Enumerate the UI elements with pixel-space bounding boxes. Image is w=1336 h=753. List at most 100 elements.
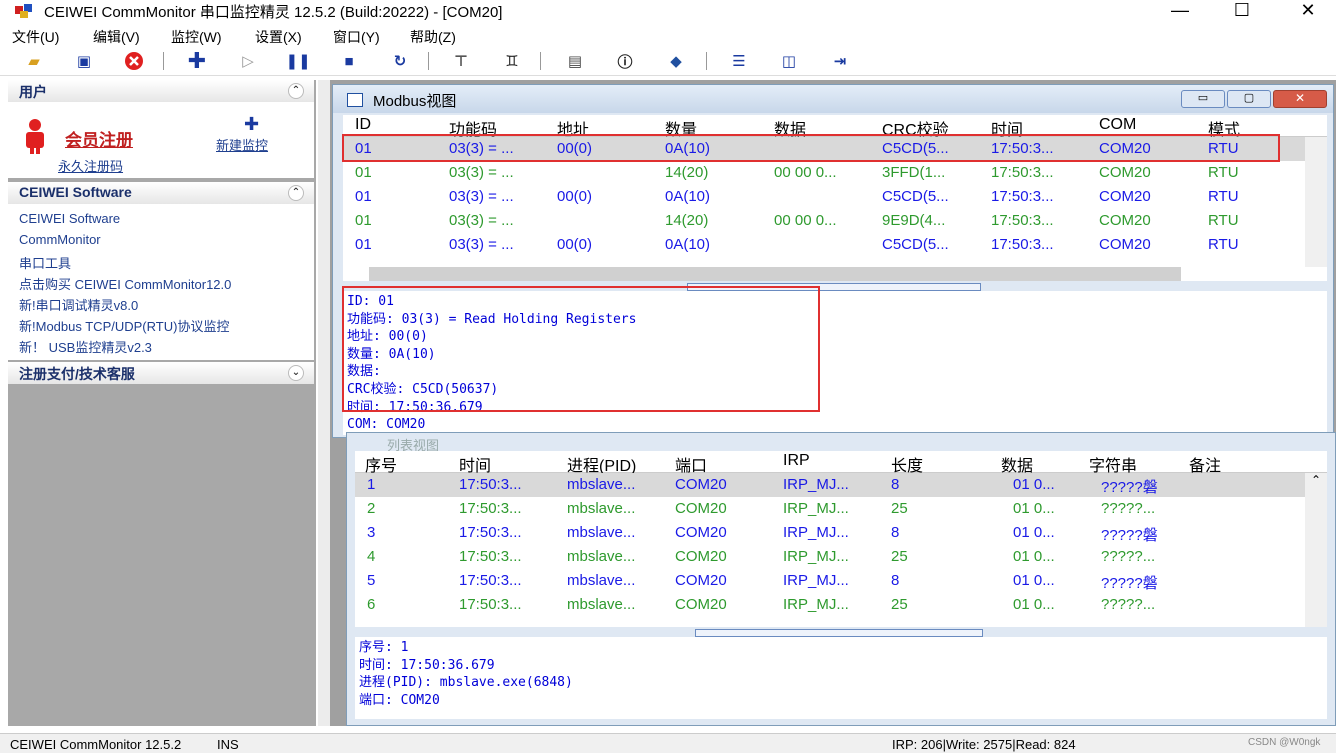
table-cell: 03(3) = ...	[449, 236, 514, 253]
col-irp[interactable]: IRP	[783, 452, 810, 470]
serial-tool-link[interactable]: 串口工具	[19, 253, 71, 272]
list-vscroll[interactable]: ⌃	[1305, 473, 1327, 627]
detail-line: 进程(PID): mbslave.exe(6848)	[359, 675, 573, 691]
table-row[interactable]: 01 03(3) = ... 00(0) 0A(10) C5CD(5... 17:50:3…	[343, 233, 1327, 257]
status-app: CEIWEI CommMonitor 12.5.2	[10, 737, 182, 752]
open-folder-icon[interactable]: ▰	[22, 50, 46, 72]
table-row[interactable]: 01 03(3) = ... 00(0) 0A(10) C5CD(5... 17:50:3…	[343, 185, 1327, 209]
table-cell: 17:50:3...	[459, 524, 522, 541]
collapse-icon[interactable]: ⌃	[288, 83, 304, 99]
serial-debug-link[interactable]: 新!串口调试精灵v8.0	[19, 295, 138, 314]
split-vertical-icon[interactable]: ◫	[777, 50, 801, 72]
split-horizontal-icon[interactable]: ☰	[727, 50, 751, 72]
mdi-close-button[interactable]: ✕	[1273, 90, 1327, 108]
book-icon[interactable]: ◆	[664, 50, 688, 72]
table-cell: 0A(10)	[665, 236, 711, 253]
modbus-hscroll[interactable]	[369, 267, 1181, 281]
pause-icon[interactable]: ❚❚	[285, 50, 310, 72]
table-row[interactable]: 2 17:50:3... mbslave... COM20 IRP_MJ... 25 01 …	[355, 497, 1327, 521]
user-icon	[26, 119, 44, 154]
table-row[interactable]: 4 17:50:3... mbslave... COM20 IRP_MJ... 25 01 …	[355, 545, 1327, 569]
modbus-vscroll[interactable]	[1305, 137, 1327, 267]
expand-icon[interactable]: ⌄	[288, 365, 304, 381]
menu-bar: 文件(U) 编辑(V) 监控(W) 设置(X) 窗口(Y) 帮助(Z)	[0, 24, 1336, 46]
table-cell: 01 0...	[1013, 596, 1055, 613]
table-cell: COM20	[675, 548, 727, 565]
buy-link[interactable]: 点击购买 CEIWEI CommMonitor12.0	[19, 274, 231, 293]
info-icon[interactable]: ⓘ	[613, 50, 637, 72]
table-cell: 3FFD(1...	[882, 164, 946, 181]
table-cell: COM20	[1099, 188, 1151, 205]
new-monitor-icon[interactable]: ✚	[244, 114, 259, 135]
table-cell: 01 0...	[1013, 572, 1055, 589]
find-binoculars-icon[interactable]: ♊	[500, 50, 524, 72]
table-cell: COM20	[675, 476, 727, 493]
table-cell: COM20	[1099, 236, 1151, 253]
new-monitor-link[interactable]: 新建监控	[216, 135, 268, 154]
table-cell: 03(3) = ...	[449, 212, 514, 229]
support-panel: 注册支付/技术客服 ⌄	[8, 362, 314, 384]
menu-monitor[interactable]: 监控(W)	[171, 27, 222, 47]
detail-highlight-box	[342, 286, 820, 412]
table-row[interactable]: 01 03(3) = ... 14(20) 00 00 0... 9E9D(4... 17…	[343, 209, 1327, 233]
support-panel-title: 注册支付/技术客服	[19, 366, 135, 382]
close-button[interactable]: ✕	[1285, 0, 1331, 22]
table-cell: mbslave...	[567, 596, 636, 613]
table-cell: 17:50:3...	[991, 188, 1054, 205]
add-icon[interactable]: ✚	[185, 48, 209, 73]
software-link[interactable]: CEIWEI Software	[19, 211, 120, 226]
mdi-minimize-button[interactable]: ▭	[1181, 90, 1225, 108]
menu-file[interactable]: 文件(U)	[12, 27, 59, 47]
usb-monitor-link[interactable]: 新！ USB监控精灵v2.3	[19, 337, 152, 356]
user-panel-header[interactable]: 用户 ⌃	[8, 80, 314, 102]
table-row[interactable]: 3 17:50:3... mbslave... COM20 IRP_MJ... 8 01 0…	[355, 521, 1327, 545]
table-cell: ?????...	[1101, 500, 1156, 517]
play-icon[interactable]: ▷	[236, 50, 260, 72]
table-cell: ?????...	[1101, 548, 1156, 565]
filter-icon[interactable]: ⊤	[449, 50, 473, 72]
col-com[interactable]: COM	[1099, 116, 1136, 134]
refresh-icon[interactable]: ↻	[388, 50, 412, 72]
software-panel-header[interactable]: CEIWEI Software ⌃	[8, 182, 314, 204]
table-row[interactable]: 5 17:50:3... mbslave... COM20 IRP_MJ... 8 01 0…	[355, 569, 1327, 593]
table-cell: COM20	[1099, 212, 1151, 229]
table-cell: C5CD(5...	[882, 188, 949, 205]
list-detail-pane: 序号: 1 时间: 17:50:36.679 进程(PID): mbslave.…	[355, 637, 1327, 719]
table-cell: 03(3) = ...	[449, 188, 514, 205]
status-mode: INS	[217, 737, 239, 752]
menu-help[interactable]: 帮助(Z)	[410, 27, 456, 47]
register-link[interactable]: 会员注册	[65, 126, 133, 151]
table-row[interactable]: 6 17:50:3... mbslave... COM20 IRP_MJ... 25 01 …	[355, 593, 1327, 617]
menu-window[interactable]: 窗口(Y)	[333, 27, 380, 47]
commmonitor-link[interactable]: CommMonitor	[19, 232, 101, 247]
table-cell: COM20	[675, 596, 727, 613]
mdi-restore-button[interactable]: ▢	[1227, 90, 1271, 108]
modbus-tcp-link[interactable]: 新!Modbus TCP/UDP(RTU)协议监控	[19, 316, 229, 335]
window-title: CEIWEI CommMonitor 串口监控精灵 12.5.2 (Build:…	[44, 4, 503, 21]
save-icon[interactable]: ▣	[72, 50, 96, 72]
table-cell: 0A(10)	[665, 188, 711, 205]
stop-red-icon[interactable]	[122, 50, 146, 72]
menu-edit[interactable]: 编辑(V)	[93, 27, 140, 47]
list-view-window: 列表视图 序号 时间 进程(PID) 端口 IRP 长度 数据 字符串 备注 1…	[346, 432, 1336, 726]
table-cell: IRP_MJ...	[783, 572, 849, 589]
permanent-code-link[interactable]: 永久注册码	[58, 156, 123, 175]
minimize-button[interactable]: —	[1157, 0, 1203, 22]
exit-icon[interactable]: ⇥	[828, 50, 852, 72]
user-panel: 用户 ⌃ 会员注册 永久注册码 ✚ 新建监控	[8, 80, 314, 178]
col-id[interactable]: ID	[355, 116, 371, 134]
sidebar-splitter[interactable]	[318, 80, 330, 726]
table-cell: 3	[367, 524, 376, 541]
support-panel-header[interactable]: 注册支付/技术客服 ⌄	[8, 362, 314, 384]
table-cell: 01 0...	[1013, 548, 1055, 565]
maximize-button[interactable]: ☐	[1219, 0, 1265, 22]
table-row[interactable]: 1 17:50:3... mbslave... COM20 IRP_MJ... 8 01 0…	[355, 473, 1327, 497]
save-disk-icon[interactable]: ▤	[563, 50, 587, 72]
table-cell: 17:50:3...	[459, 596, 522, 613]
stop-icon[interactable]: ■	[337, 50, 361, 72]
table-cell: mbslave...	[567, 524, 636, 541]
list-splitter-handle[interactable]	[695, 629, 983, 637]
menu-settings[interactable]: 设置(X)	[255, 27, 302, 47]
collapse-icon[interactable]: ⌃	[288, 185, 304, 201]
table-row[interactable]: 01 03(3) = ... 14(20) 00 00 0... 3FFD(1... 17…	[343, 161, 1327, 185]
